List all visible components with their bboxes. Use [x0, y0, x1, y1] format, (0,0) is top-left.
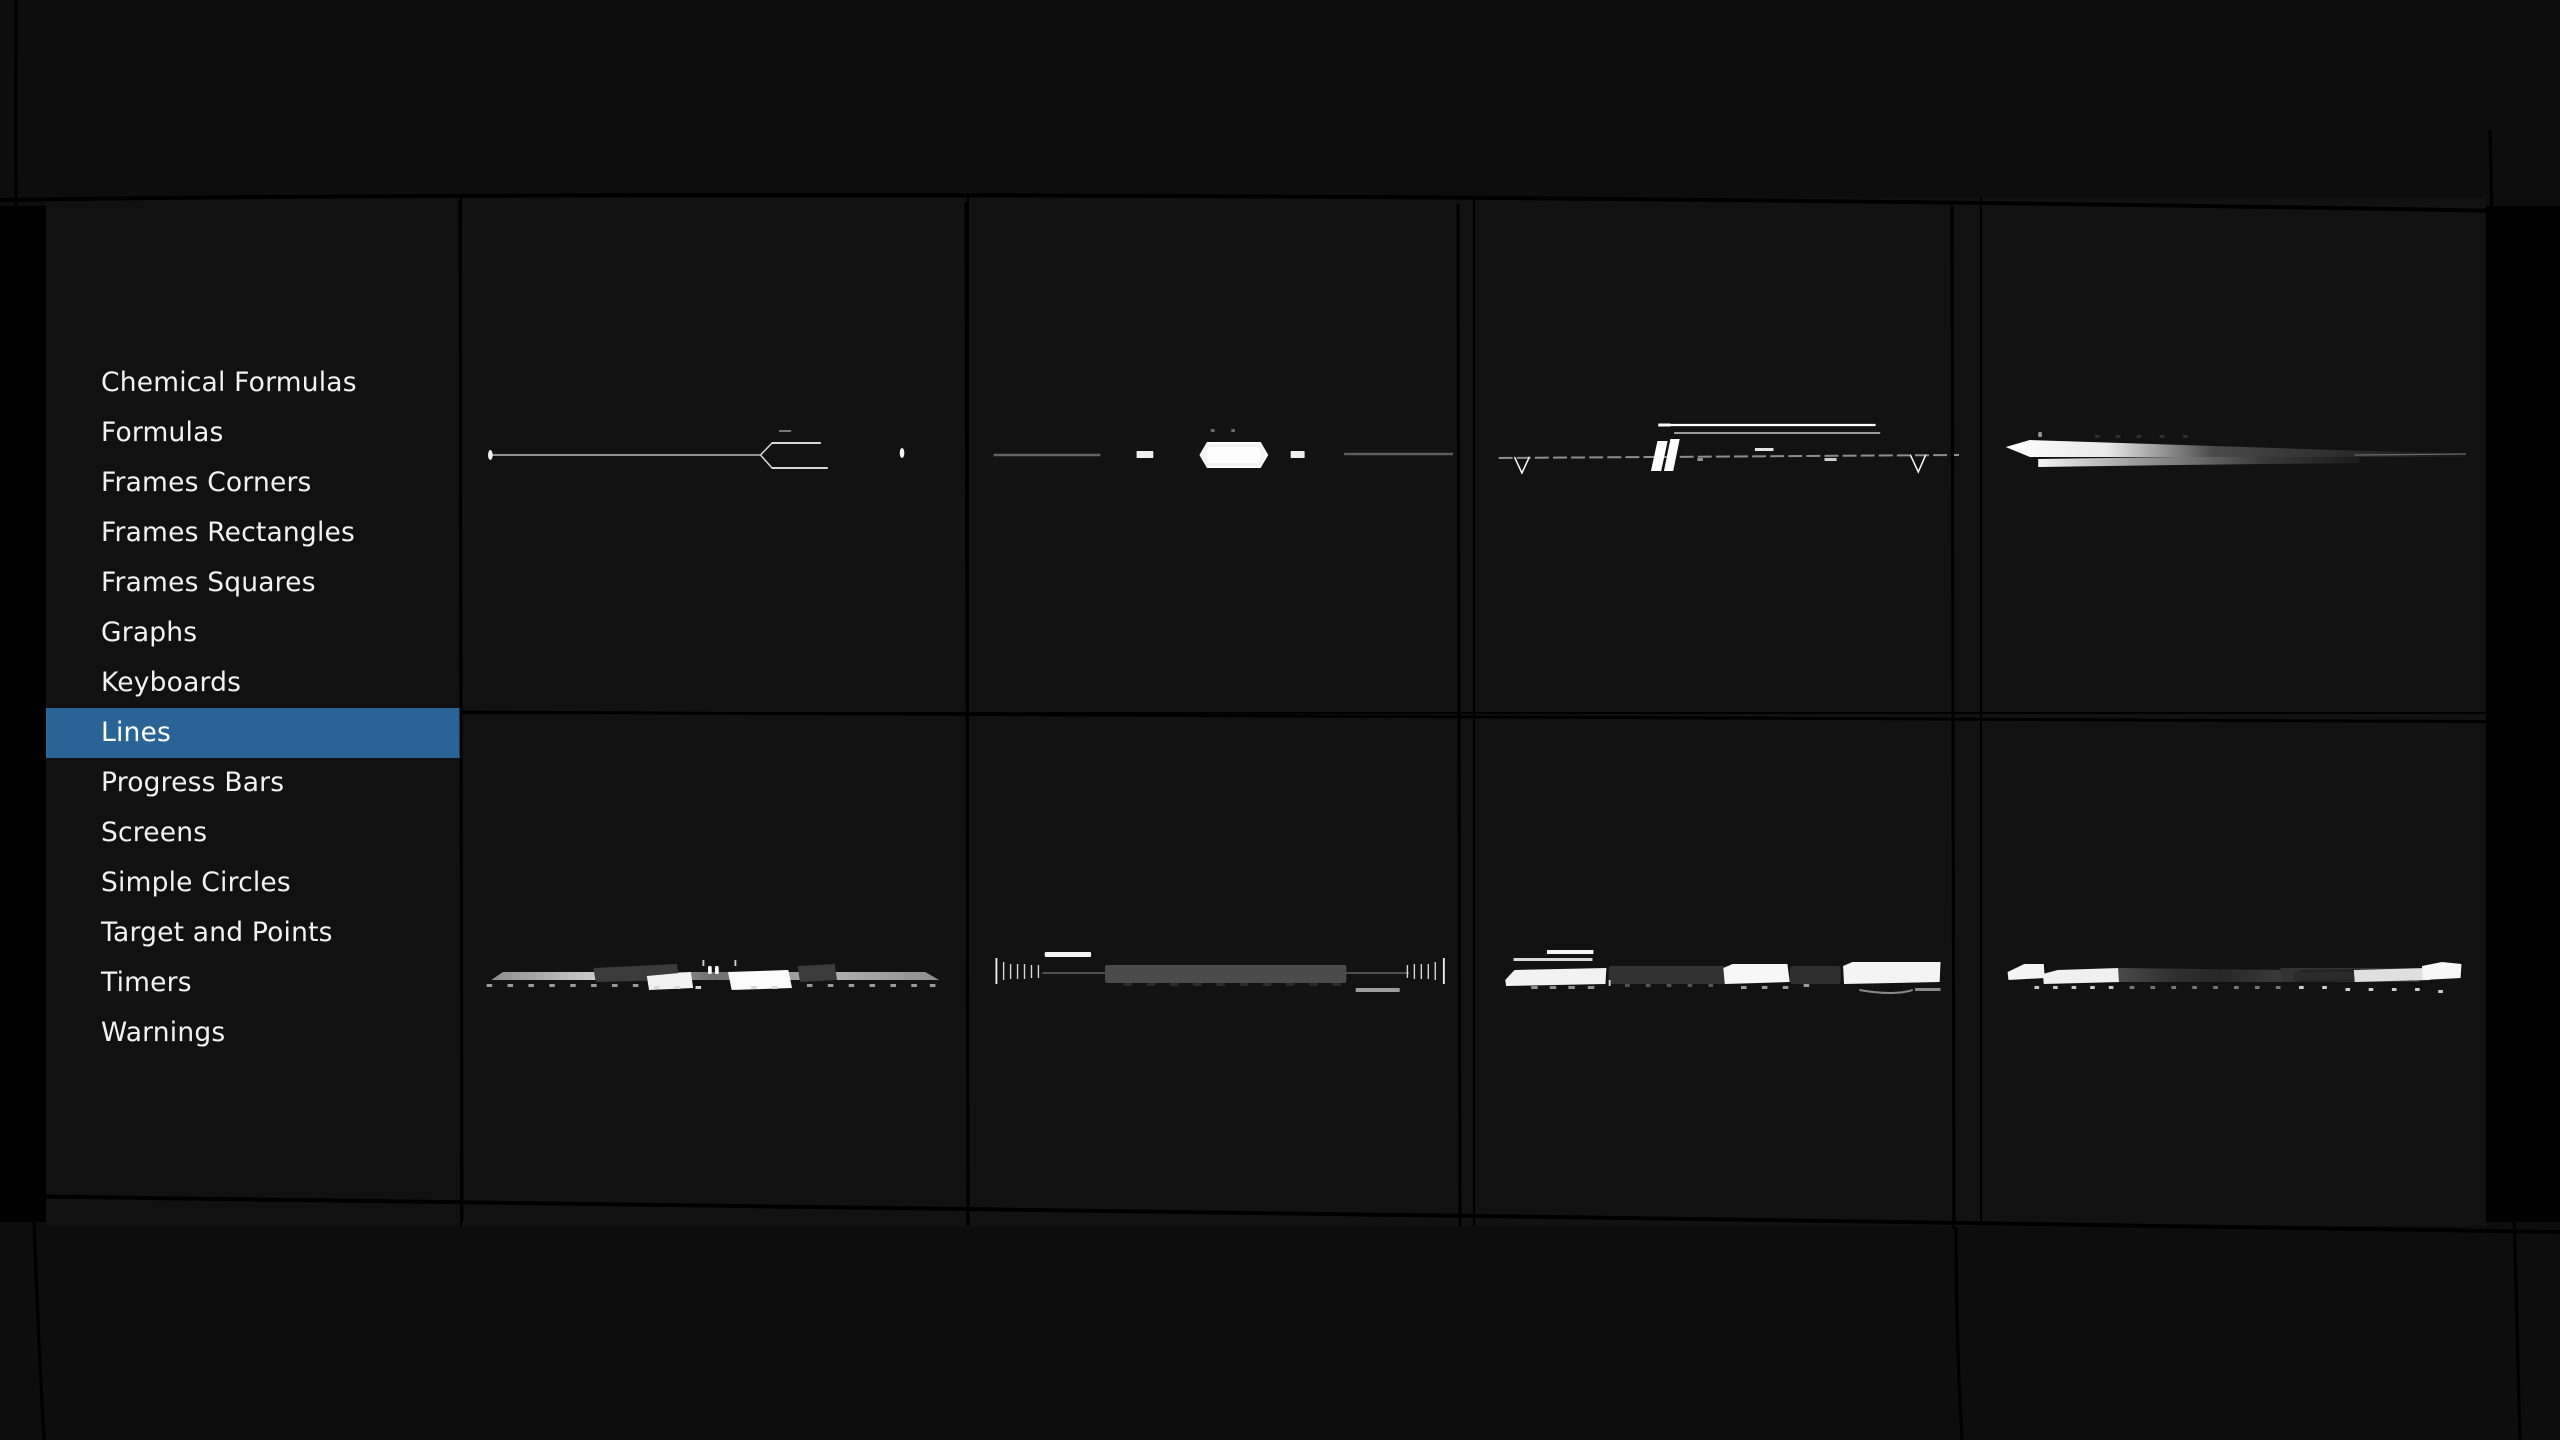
sidebar-item-graphs[interactable]: Graphs [46, 608, 460, 658]
line-preview-cell-4[interactable] [1979, 198, 2486, 712]
sidebar-item-label: Frames Squares [101, 567, 316, 598]
sidebar-item-frames-squares[interactable]: Frames Squares [46, 558, 460, 608]
sidebar-item-screens[interactable]: Screens [46, 808, 460, 858]
line-art-tick-ends-center-bar [995, 952, 1445, 992]
line-art-ruler-ticks [486, 960, 940, 990]
line-preview-cell-5[interactable] [460, 712, 967, 1226]
sidebar-item-label: Lines [101, 717, 172, 748]
sidebar-item-simple-circles[interactable]: Simple Circles [46, 858, 460, 908]
sidebar-item-label: Warnings [101, 1017, 226, 1048]
sidebar-item-label: Target and Points [101, 917, 333, 948]
sidebar-item-target-and-points[interactable]: Target and Points [46, 908, 460, 958]
sidebar-item-keyboards[interactable]: Keyboards [46, 658, 460, 708]
line-art-tapered-bar [2007, 962, 2462, 993]
sidebar-item-label: Keyboards [101, 667, 242, 698]
sidebar-item-label: Chemical Formulas [101, 367, 357, 398]
sidebar-item-label: Simple Circles [101, 867, 291, 898]
line-preview-cell-8[interactable] [1979, 712, 2486, 1226]
line-preview-cell-2[interactable] [966, 198, 1473, 712]
line-preview-cell-1[interactable] [460, 198, 967, 712]
line-art-thin-fork-arrow [488, 430, 905, 469]
sidebar-item-progress-bars[interactable]: Progress Bars [46, 758, 460, 808]
sidebar-item-label: Screens [101, 817, 208, 848]
sidebar-item-frames-corners[interactable]: Frames Corners [46, 458, 460, 508]
line-art-gradient-taper [2005, 432, 2466, 467]
sidebar-item-frames-rectangles[interactable]: Frames Rectangles [46, 508, 460, 558]
sidebar-item-label: Formulas [101, 417, 224, 448]
sidebar-item-label: Timers [101, 967, 192, 998]
bottom-chrome-region [0, 1222, 2560, 1440]
line-art-dashed-notch-bracket [1498, 423, 1960, 475]
sidebar-item-label: Graphs [101, 617, 198, 648]
line-art-segmented-capsule [993, 429, 1453, 468]
top-chrome-region [0, 0, 2560, 206]
sidebar-item-label: Progress Bars [101, 767, 285, 798]
line-preview-grid [460, 198, 2486, 1226]
sidebar-item-warnings[interactable]: Warnings [46, 1008, 460, 1058]
main-panel: Chemical Formulas Formulas Frames Corner… [46, 198, 2486, 1226]
sidebar-item-timers[interactable]: Timers [46, 958, 460, 1008]
sidebar-list: Chemical Formulas Formulas Frames Corner… [46, 358, 460, 1058]
sidebar-item-lines[interactable]: Lines [46, 708, 460, 758]
line-art-parallelogram-blocks [1505, 950, 1941, 994]
sidebar-item-label: Frames Rectangles [101, 517, 356, 548]
sidebar-item-label: Frames Corners [101, 467, 312, 498]
app-screen: Chemical Formulas Formulas Frames Corner… [0, 0, 2560, 1440]
line-preview-cell-3[interactable] [1473, 198, 1980, 712]
sidebar-item-formulas[interactable]: Formulas [46, 408, 460, 458]
line-preview-cell-6[interactable] [966, 712, 1473, 1226]
sidebar: Chemical Formulas Formulas Frames Corner… [46, 198, 460, 1226]
sidebar-item-chemical-formulas[interactable]: Chemical Formulas [46, 358, 460, 408]
line-preview-cell-7[interactable] [1473, 712, 1980, 1226]
